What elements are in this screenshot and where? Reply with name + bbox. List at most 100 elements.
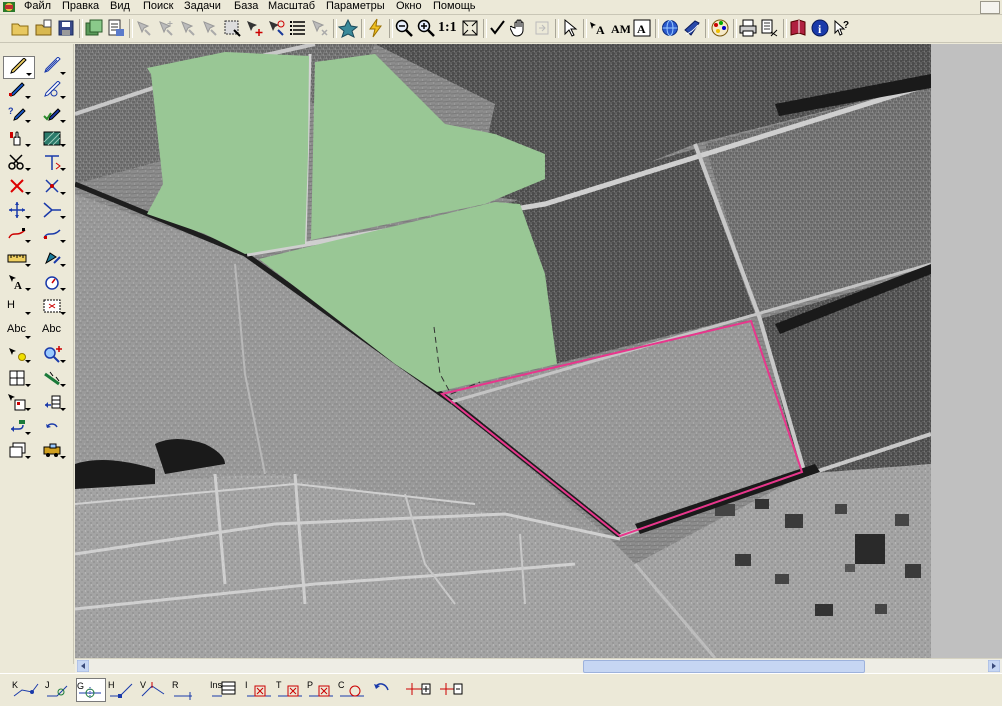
pointer-query-icon[interactable] <box>266 18 286 38</box>
zoom-out-icon[interactable] <box>394 18 414 38</box>
text-pointer-icon[interactable]: A <box>588 18 608 38</box>
navigator-icon[interactable] <box>338 18 358 38</box>
edit-node-tool[interactable] <box>38 80 68 101</box>
brush-tool[interactable] <box>3 128 33 149</box>
fork-tool[interactable] <box>38 200 68 221</box>
scroll-right-icon[interactable] <box>988 660 1000 672</box>
text-tool[interactable]: Abc <box>3 320 33 341</box>
select-object-icon[interactable] <box>134 18 154 38</box>
text-box-icon[interactable]: A <box>632 18 652 38</box>
globe-icon[interactable] <box>660 18 680 38</box>
undo-table-tool[interactable] <box>38 392 68 413</box>
t-tool-button[interactable]: T <box>276 678 304 700</box>
ruler-tool[interactable] <box>3 248 33 269</box>
delete-tool[interactable] <box>3 176 33 197</box>
compass-tool[interactable] <box>38 272 68 293</box>
label-tool[interactable]: A <box>3 272 33 293</box>
menu-parameters[interactable]: Параметры <box>322 0 389 14</box>
open-file-icon[interactable] <box>34 18 54 38</box>
undo-edit-icon[interactable] <box>370 678 398 700</box>
smooth-curve-tool[interactable] <box>38 224 68 245</box>
book-icon[interactable] <box>788 18 808 38</box>
info-icon[interactable]: i <box>810 18 830 38</box>
select-grid-tool[interactable] <box>3 392 33 413</box>
print-preview-icon[interactable] <box>760 18 780 38</box>
lightning-icon[interactable] <box>366 18 386 38</box>
menu-scale[interactable]: Масштаб <box>264 0 319 14</box>
pointer-plus-icon[interactable] <box>244 18 264 38</box>
menu-file[interactable]: Файл <box>20 0 55 14</box>
p-tool-button[interactable]: P <box>307 678 335 700</box>
disabled-tool-icon[interactable] <box>532 18 552 38</box>
select-rectangle-icon[interactable] <box>222 18 242 38</box>
r-tool-button[interactable]: R <box>172 678 200 700</box>
print-icon[interactable] <box>738 18 758 38</box>
open-folder-icon[interactable] <box>10 18 30 38</box>
filter-icon[interactable] <box>310 18 330 38</box>
add-object-tool[interactable] <box>38 344 68 365</box>
hand-pan-icon[interactable] <box>510 18 530 38</box>
cut-tool[interactable] <box>3 152 33 173</box>
menu-database[interactable]: База <box>230 0 262 14</box>
move-point-tool[interactable] <box>3 200 33 221</box>
window-tool[interactable] <box>3 440 33 461</box>
layers-icon[interactable] <box>682 18 702 38</box>
save-icon[interactable] <box>56 18 76 38</box>
scale-1-1-button[interactable]: 1:1 <box>438 20 457 36</box>
select-add-icon[interactable] <box>156 18 176 38</box>
rotate-tool[interactable] <box>38 248 68 269</box>
j-tool-button[interactable]: J <box>45 678 73 700</box>
fit-window-icon[interactable] <box>460 18 480 38</box>
help-pointer-icon[interactable]: ? <box>832 18 852 38</box>
v-tool-button[interactable]: V <box>140 678 168 700</box>
check-icon[interactable] <box>488 18 508 38</box>
k-tool-button[interactable]: K <box>12 678 40 700</box>
palette-icon[interactable] <box>710 18 730 38</box>
edit-vertex-tool[interactable] <box>38 56 68 77</box>
menu-help[interactable]: Помощь <box>429 0 480 14</box>
select-multiple-icon[interactable] <box>178 18 198 38</box>
curve-tool[interactable] <box>3 224 33 245</box>
horizontal-scrollbar[interactable] <box>75 658 1002 673</box>
check-vertex-tool[interactable] <box>38 104 68 125</box>
scroll-left-icon[interactable] <box>77 660 89 672</box>
c-tool-button[interactable]: C <box>338 678 366 700</box>
scroll-thumb[interactable] <box>583 660 865 673</box>
draw-line-tool[interactable] <box>3 56 35 79</box>
hatch-tool[interactable] <box>38 128 68 149</box>
edit-attribute-tool[interactable]: ? <box>3 104 33 125</box>
select-region-icon[interactable] <box>200 18 220 38</box>
map-view[interactable] <box>75 44 931 658</box>
grid-tool[interactable] <box>3 368 33 389</box>
menu-search[interactable]: Поиск <box>139 0 177 14</box>
delete-point-tool[interactable] <box>38 176 68 197</box>
add-node-icon[interactable] <box>404 678 432 700</box>
window-restore-button[interactable] <box>980 1 1000 14</box>
zoom-in-icon[interactable] <box>416 18 436 38</box>
insert-tool-button[interactable]: Ins <box>210 678 238 700</box>
split-tool[interactable] <box>38 152 68 173</box>
document-list-icon[interactable] <box>106 18 126 38</box>
menu-window[interactable]: Окно <box>392 0 426 14</box>
i-tool-button[interactable]: I <box>245 678 273 700</box>
list-icon[interactable] <box>288 18 308 38</box>
g-tool-button[interactable]: G <box>76 678 106 702</box>
text-style-tool[interactable]: Abc <box>38 320 68 341</box>
dashed-frame-tool[interactable] <box>38 296 68 317</box>
map-list-icon[interactable] <box>84 18 104 38</box>
undo-tool[interactable] <box>38 416 68 437</box>
height-tool[interactable]: H <box>3 296 33 317</box>
menu-tasks[interactable]: Задачи <box>180 0 225 14</box>
r-tool-label: R <box>172 680 179 690</box>
undo-move-tool[interactable] <box>3 416 33 437</box>
text-edit-icon[interactable]: AM <box>610 18 630 38</box>
arrow-pointer-icon[interactable] <box>560 18 580 38</box>
menu-edit[interactable]: Правка <box>58 0 103 14</box>
draw-polyline-tool[interactable] <box>3 80 33 101</box>
measure-tool[interactable] <box>38 368 68 389</box>
highlight-tool[interactable] <box>3 344 33 365</box>
remove-node-icon[interactable] <box>438 678 466 700</box>
menu-view[interactable]: Вид <box>106 0 134 14</box>
h-tool-button[interactable]: H <box>108 678 136 700</box>
vehicle-tool[interactable] <box>38 440 68 461</box>
